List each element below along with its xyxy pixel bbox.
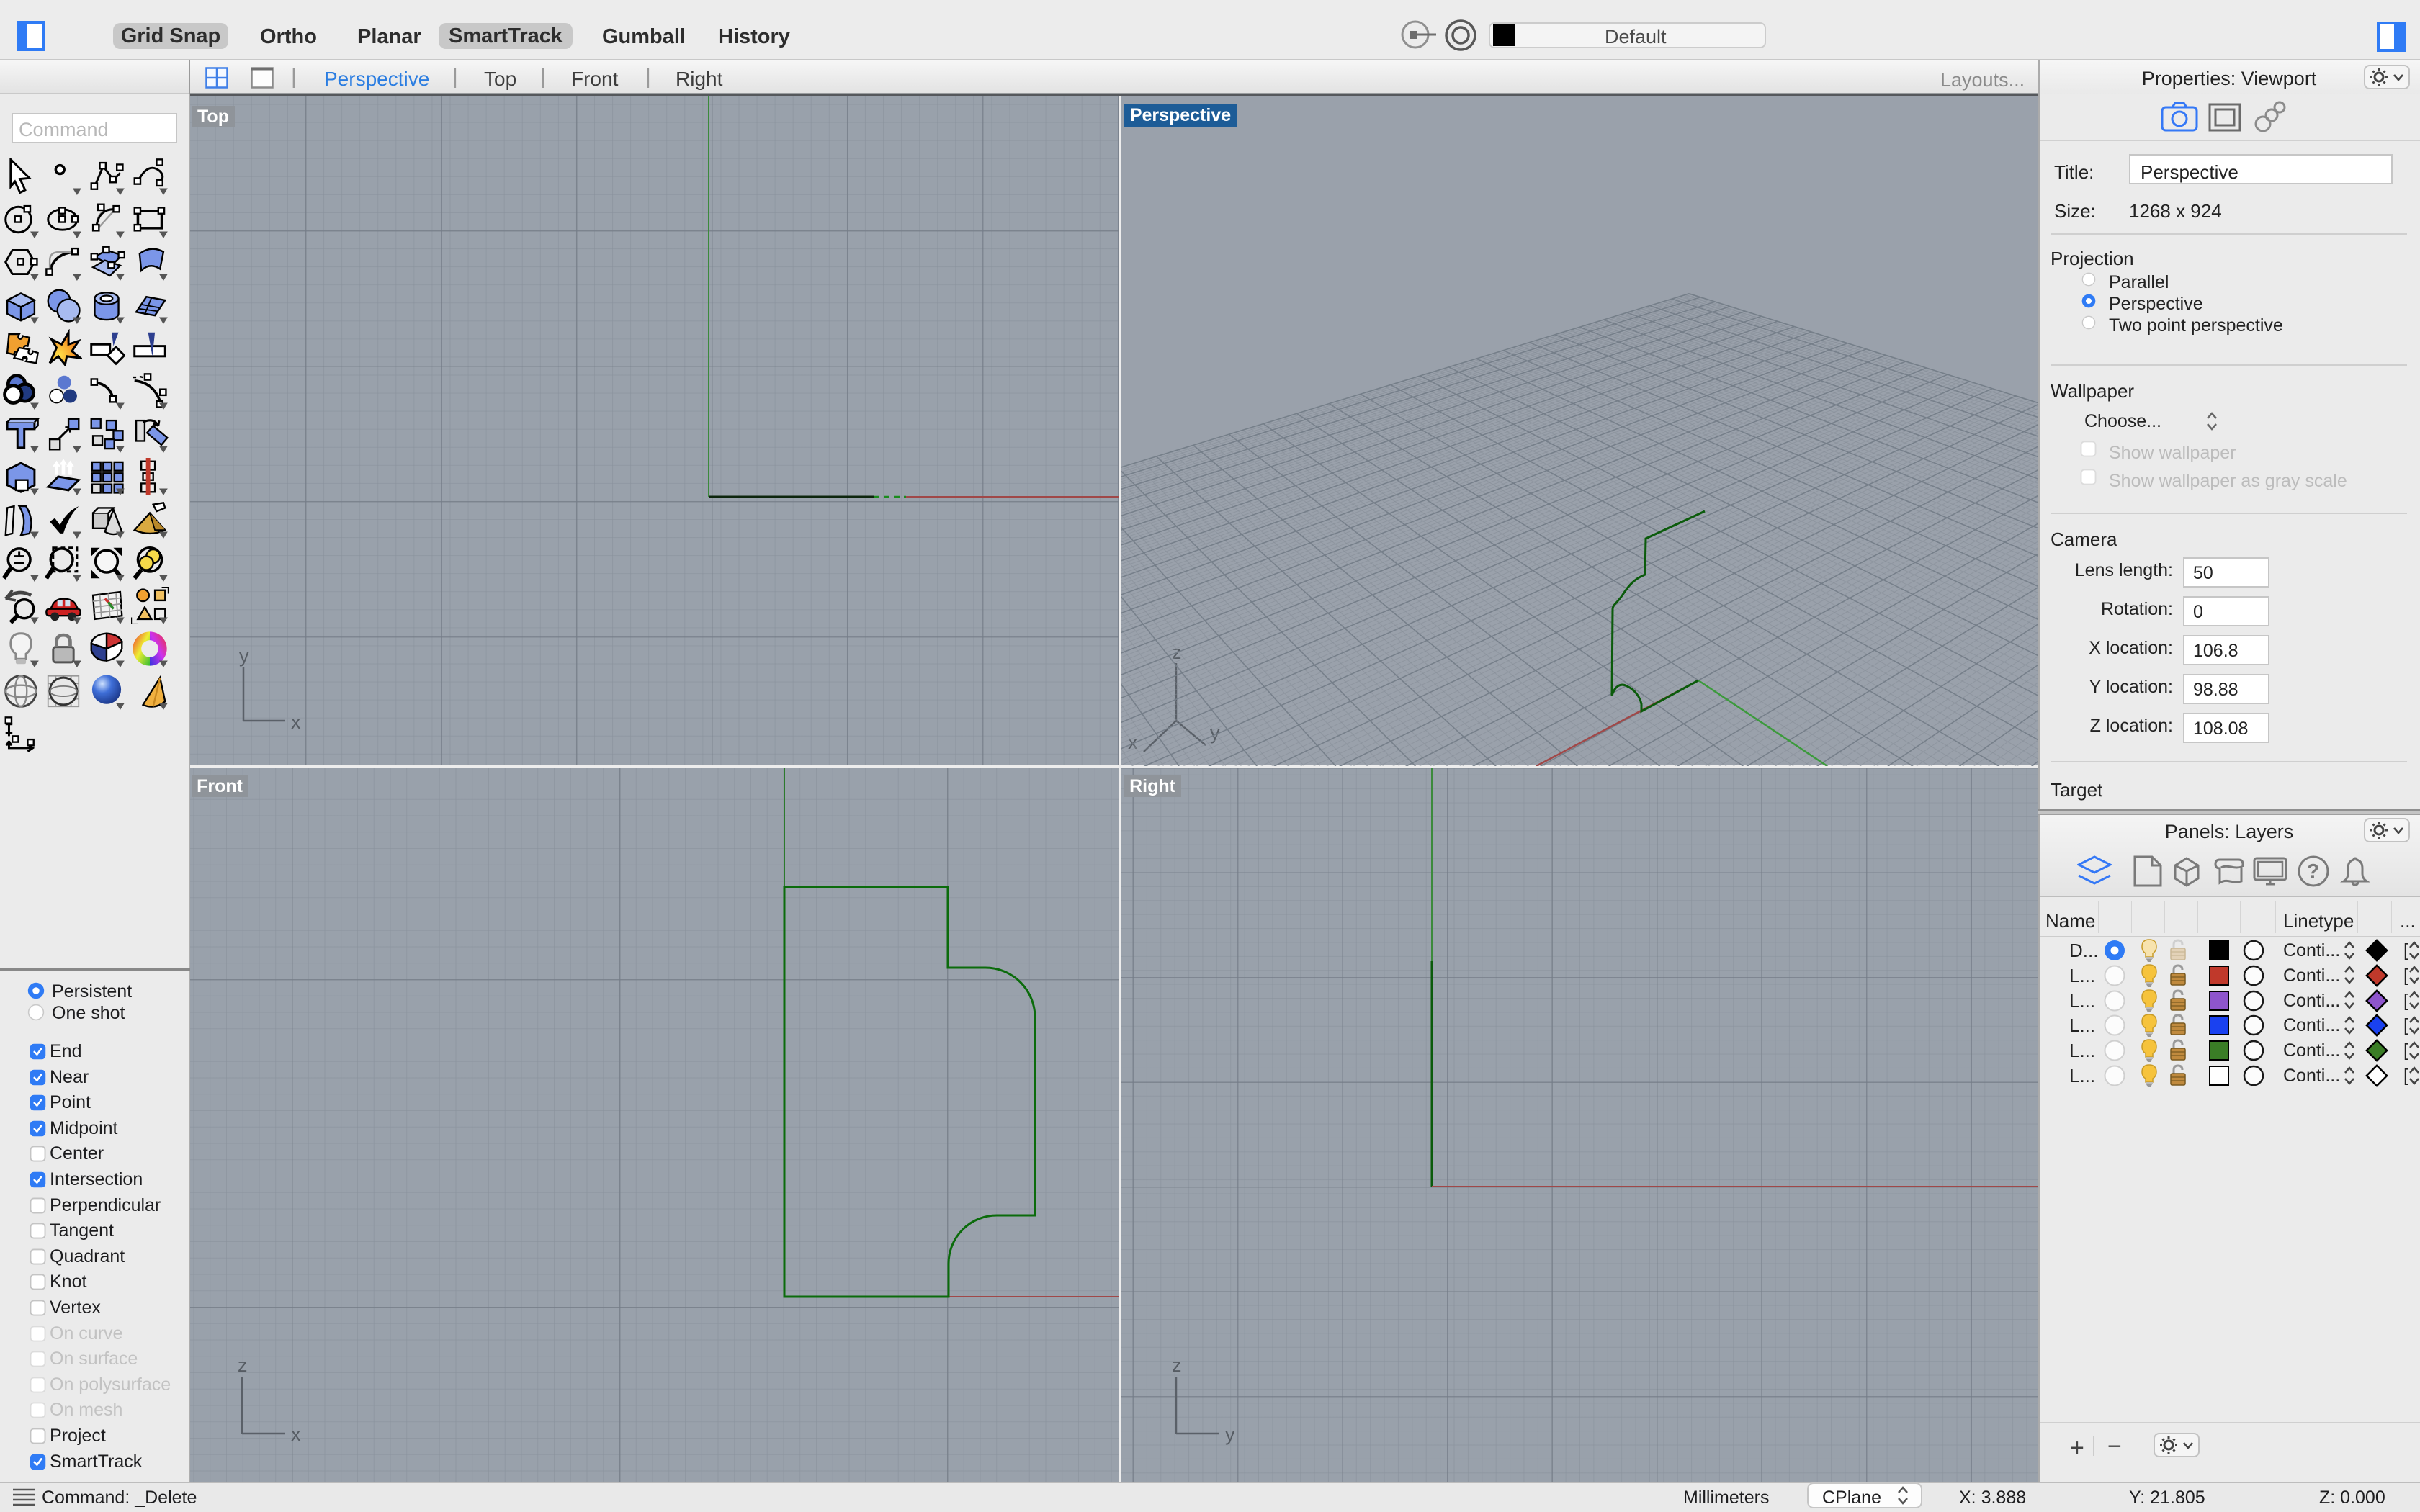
- svg-text:y: y: [239, 645, 249, 667]
- svg-text:?: ?: [2307, 860, 2319, 882]
- svg-text:y: y: [1225, 1423, 1235, 1445]
- svg-text:x: x: [291, 711, 301, 733]
- svg-text:x: x: [291, 1423, 301, 1445]
- svg-text:z: z: [1172, 1354, 1182, 1376]
- svg-text:z: z: [238, 1354, 248, 1376]
